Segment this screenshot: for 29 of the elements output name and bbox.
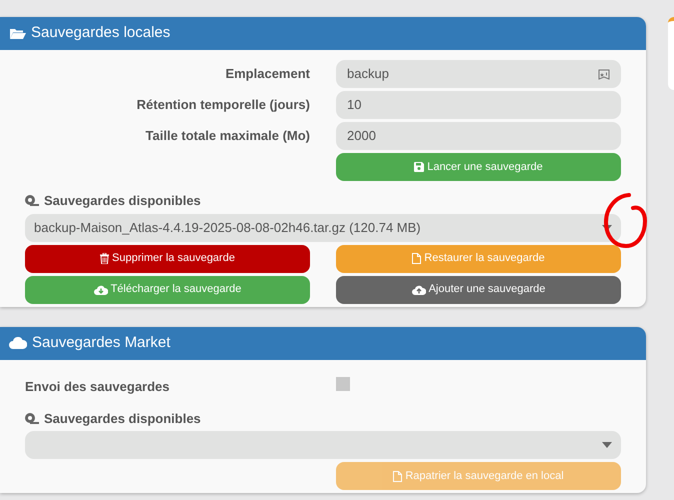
launch-backup-button[interactable]: Lancer une sauvegarde [336, 153, 621, 181]
cloud-upload-icon [412, 284, 426, 294]
file-icon [412, 253, 422, 264]
trash-icon [100, 253, 110, 264]
action-button[interactable]: Ajouter une sauvegarde [336, 276, 621, 304]
disk-icon [25, 195, 39, 206]
cloud-icon [9, 337, 27, 349]
save-icon [414, 162, 424, 172]
field-label: Rétention temporelle (jours) [136, 96, 310, 114]
input-field[interactable]: 10 [336, 91, 621, 119]
section-label: Sauvegardes disponibles [44, 192, 201, 210]
tag-icon [598, 68, 610, 80]
input-field[interactable]: backup [336, 60, 621, 88]
caret-icon [602, 442, 612, 448]
file-icon [393, 470, 402, 482]
cloud-download-icon [94, 284, 108, 294]
panel-title: Sauvegardes Market [32, 332, 170, 353]
backup-select[interactable] [25, 431, 621, 459]
checkbox[interactable] [336, 376, 350, 390]
field-label: Taille totale maximale (Mo) [144, 127, 310, 145]
field-label: Emplacement [224, 65, 310, 83]
action-button[interactable]: Télécharger la sauvegarde [25, 276, 310, 304]
section-label: Sauvegardes disponibles [44, 410, 201, 428]
disk-icon [25, 412, 39, 424]
panel-title: Sauvegardes locales [31, 23, 170, 44]
folder-icon [9, 27, 26, 40]
input-field[interactable]: 2000 [336, 122, 621, 150]
checkbox-label: Envoi des sauvegardes [25, 378, 171, 396]
action-button[interactable]: Supprimer la sauvegarde [25, 244, 310, 272]
